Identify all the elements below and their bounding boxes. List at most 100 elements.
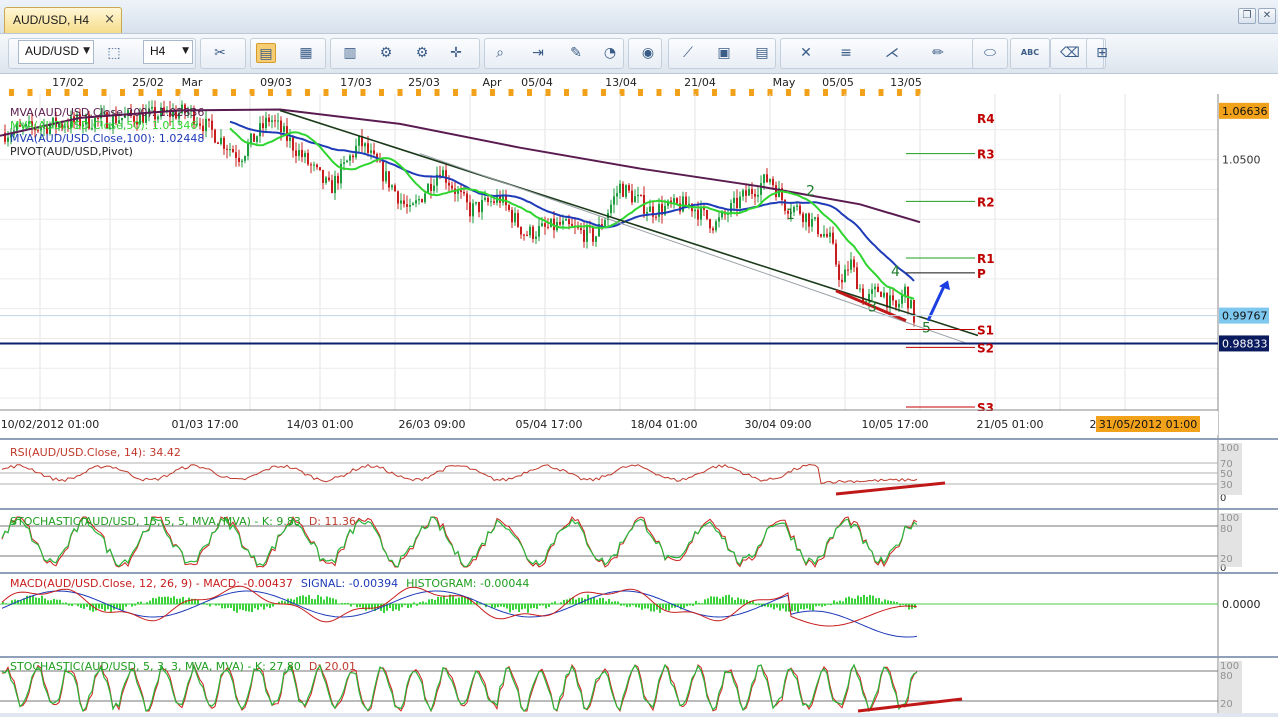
- candle-body: [373, 150, 375, 154]
- ruler-icon[interactable]: ⟋: [678, 43, 698, 63]
- candle-body: [571, 224, 573, 226]
- candle-body: [709, 219, 711, 229]
- date-axis-label: 26/03 09:00: [399, 418, 466, 431]
- chevron-down-icon: ▼: [83, 46, 90, 56]
- candle-body: [475, 202, 477, 204]
- chart-canvas[interactable]: 17/02 25/02 Mar 09/03 17/03 25/03 Apr 05/04 13/0…: [0, 74, 1278, 713]
- candle-body: [238, 157, 240, 162]
- date-marker: [582, 89, 588, 96]
- candle-body: [307, 152, 309, 165]
- candle-body: [283, 126, 285, 133]
- symbol-select[interactable]: AUD/USD ▼: [18, 40, 94, 64]
- date-axis-label: 2: [1090, 418, 1097, 431]
- candle-body: [487, 197, 489, 203]
- candle-body: [595, 236, 597, 242]
- candle-body: [391, 185, 393, 188]
- candle-body: [817, 217, 819, 235]
- autoscroll-icon[interactable]: ⇥: [528, 43, 548, 63]
- bar-chart-icon[interactable]: ▦: [296, 43, 316, 63]
- candle-body: [433, 185, 435, 191]
- candle-body: [742, 190, 744, 197]
- candle-body: [271, 120, 273, 122]
- candle-body: [688, 203, 690, 206]
- macd-panel[interactable]: 0.0000 MACD(AUD/USD.Close, 12, 26, 9) - M…: [0, 572, 1278, 653]
- date-marker: [823, 89, 828, 96]
- pivot-label: R1: [977, 252, 995, 266]
- crosshair-icon[interactable]: ✛: [446, 43, 466, 63]
- candle-body: [256, 136, 258, 142]
- date-marker: [9, 89, 14, 96]
- candle-body: [652, 206, 654, 217]
- candle-body: [547, 226, 549, 228]
- draw-lines-icon[interactable]: ✕: [796, 43, 816, 63]
- candle-body: [913, 300, 915, 323]
- candle-body: [616, 193, 618, 197]
- indicators-icon[interactable]: ⚙: [376, 43, 396, 63]
- close-window-icon[interactable]: ✕: [1258, 8, 1276, 24]
- pivot-label: P: [977, 267, 986, 281]
- rsi-panel[interactable]: 1007050300RSI(AUD/USD.Close, 14): 34.42: [0, 438, 1278, 504]
- eraser-icon[interactable]: ⌫: [1060, 43, 1080, 63]
- clock-icon[interactable]: ◔: [600, 43, 620, 63]
- candle-body: [889, 295, 891, 308]
- candle-body: [568, 219, 570, 225]
- date-marker: [730, 89, 736, 96]
- timeframe-select[interactable]: H4 ▼: [143, 40, 193, 64]
- tab-close-icon[interactable]: ×: [104, 12, 115, 27]
- candle-body: [265, 117, 267, 129]
- candle-body: [199, 123, 201, 126]
- candle-body: [634, 196, 636, 203]
- candle-body: [829, 232, 831, 237]
- candle-body: [715, 221, 717, 231]
- date-marker: [379, 89, 384, 96]
- stochastic-15-panel[interactable]: 10080200STOCHASTIC(AUD/USD, 15, 5, 5, MV…: [0, 508, 1278, 574]
- chart-window[interactable]: 17/02 25/02 Mar 09/03 17/03 25/03 Apr 05/04 13/0…: [0, 74, 1278, 713]
- candle-body: [370, 150, 372, 153]
- candle-body: [517, 213, 519, 227]
- restore-window-icon[interactable]: ❐: [1238, 8, 1256, 24]
- candle-body: [484, 197, 486, 200]
- chart-edit-icon[interactable]: ✎: [566, 43, 586, 63]
- date-marker: [601, 89, 606, 96]
- candle-body: [337, 175, 339, 184]
- strategies-icon[interactable]: ⚙: [412, 43, 432, 63]
- properties-icon[interactable]: ▤: [752, 43, 772, 63]
- date-axis-label: 18/04 01:00: [631, 418, 698, 431]
- candle-body: [532, 226, 534, 239]
- candle-body: [523, 234, 525, 236]
- candles-icon[interactable]: ▥: [340, 43, 360, 63]
- globe-icon[interactable]: ◉: [638, 43, 658, 63]
- candle-body: [586, 225, 588, 242]
- fan-icon[interactable]: ⋌: [882, 43, 902, 63]
- date-marker: [638, 89, 643, 96]
- tab-aud-usd-h4[interactable]: AUD/USD, H4 ×: [4, 7, 122, 33]
- chart-template-icon[interactable]: ▤: [256, 43, 276, 63]
- ellipse-icon[interactable]: ⬭: [980, 43, 1000, 63]
- text-icon[interactable]: ABC: [1020, 43, 1040, 63]
- date-marker: [138, 89, 144, 96]
- date-marker: [342, 89, 347, 96]
- image-icon[interactable]: ▣: [714, 43, 734, 63]
- candle-body: [763, 174, 765, 184]
- chart-type-icon[interactable]: ⬚: [104, 43, 124, 63]
- date-marker: [841, 89, 847, 96]
- date-marker: [527, 89, 532, 96]
- candle-body: [883, 292, 885, 297]
- hierarchy-icon[interactable]: ⊞: [1092, 43, 1112, 63]
- date-marker: [490, 89, 495, 96]
- candle-body: [820, 234, 822, 237]
- horizontal-lines-icon[interactable]: ≡: [836, 43, 856, 63]
- candle-body: [775, 185, 777, 197]
- candle-body: [493, 201, 495, 203]
- stochastic-5-panel[interactable]: 1008020STOCHASTIC(AUD/USD, 5, 3, 3, MVA,…: [0, 656, 1278, 713]
- candle-body: [202, 125, 204, 132]
- date-marker: [194, 89, 199, 96]
- bottom-date-axis: 10/02/2012 01:00 01/03 17:00 14/03 01:00 26…: [0, 409, 1218, 435]
- zoom-icon[interactable]: ⌕: [490, 43, 510, 63]
- remove-indicator-icon[interactable]: ✂: [210, 43, 230, 63]
- legend-entry: MVA(AUD/USD.Close,200): 1.02836: [10, 106, 204, 119]
- highlight-date-label: 31/05/2012 01:00: [1099, 418, 1198, 431]
- candle-body: [850, 259, 852, 270]
- pencil-icon[interactable]: ✏: [928, 43, 948, 63]
- date-marker: [897, 89, 902, 96]
